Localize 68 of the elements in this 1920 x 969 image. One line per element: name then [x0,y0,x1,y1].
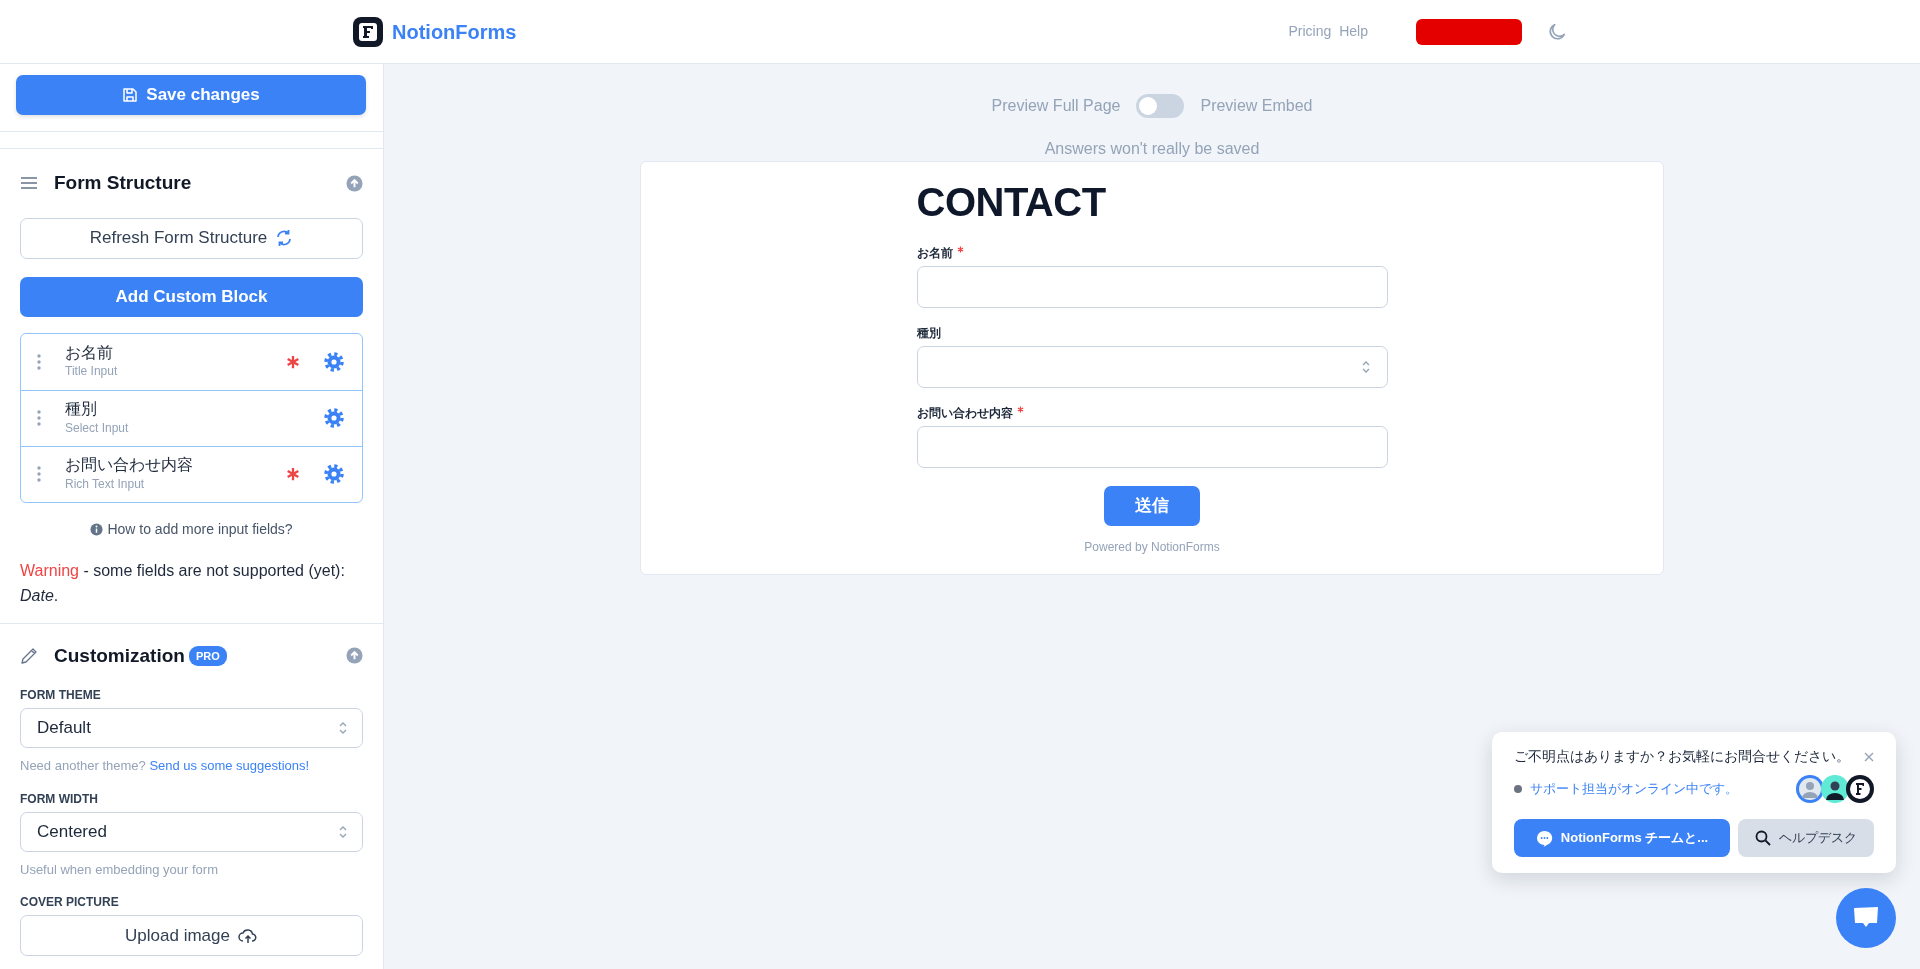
drag-handle-icon[interactable] [37,353,41,370]
form-title: CONTACT [916,180,1106,224]
field-name: お問い合わせ内容 [65,455,194,475]
input-field[interactable] [916,266,1388,308]
avatar-icon [1796,775,1824,803]
cloud-upload-icon [237,926,258,945]
more-fields-link[interactable]: How to add more input fields? [90,518,293,540]
save-button[interactable]: Save changes [16,75,366,115]
hint-text: Need another theme? Send us some suggestions! [20,757,311,776]
field-label: お問い合わせ内容 [916,405,1013,422]
field-item[interactable]: お問い合わせ内容 Rich Text Input [21,445,362,502]
field-label: 種別 [916,325,941,342]
settings-icon[interactable] [324,351,344,372]
hint-text: Useful when embedding your form [20,860,219,879]
avatar-icon [1821,775,1849,803]
field-type: Select Input [65,419,130,437]
section-title: Customization [54,643,185,668]
chat-bubble-icon [1535,829,1553,847]
account-button[interactable] [1416,18,1522,45]
save-icon [122,87,139,103]
setting-label: FORM WIDTH [20,790,99,808]
menu-icon [20,176,38,191]
warning-text: Warning - some fields are not supported (yet): Date. [20,560,346,607]
brand-name[interactable]: NotionForms [392,16,517,47]
add-block-button[interactable]: Add Custom Block [20,276,363,317]
drag-handle-icon[interactable] [37,410,41,426]
chat-message: ご不明点はありますか？お気軽にお問合せください。 [1514,747,1850,766]
toggle-label: Preview Full Page [991,96,1121,116]
select-field[interactable] [916,346,1388,388]
field-name: お名前 [65,342,114,363]
search-icon [1755,830,1771,846]
select-field[interactable]: Centered [20,811,363,852]
preview-note: Answers won't really be saved [1044,139,1260,159]
refresh-button[interactable]: Refresh Form Structure [20,217,363,259]
toggle-label: Preview Embed [1200,96,1313,116]
info-icon [90,522,104,536]
field-label: お名前 [916,245,953,262]
select-field[interactable]: Default [20,708,363,749]
logo-icon [352,15,384,48]
powered-by-text: Powered by NotionForms [1084,539,1220,556]
chevron-icon [1360,359,1371,375]
settings-icon[interactable] [324,464,344,484]
setting-label: COVER PICTURE [20,894,120,912]
pro-badge: PRO [188,645,227,667]
settings-icon[interactable] [324,408,344,428]
field-type: Rich Text Input [65,475,146,493]
chat-button[interactable]: NotionForms チームと... [1514,819,1730,857]
preview-toggle[interactable] [1136,94,1185,118]
helpdesk-button[interactable]: ヘルプデスク [1738,819,1874,857]
refresh-icon [275,229,294,247]
close-icon[interactable] [1864,751,1874,762]
collapse-icon[interactable] [346,647,363,665]
collapse-icon[interactable] [346,174,363,192]
status-dot-icon [1514,785,1522,793]
submit-button[interactable]: 送信 [1104,486,1200,526]
pencil-icon [20,646,38,665]
upload-button[interactable]: Upload image [20,915,363,957]
setting-label: FORM THEME [20,687,102,705]
field-item[interactable]: 種別 Select Input [21,389,362,446]
field-type: Title Input [65,363,119,381]
avatar-icon [1846,775,1874,803]
drag-handle-icon[interactable] [37,466,41,482]
field-name: 種別 [65,399,98,419]
input-field[interactable] [916,426,1388,468]
section-title: Form Structure [54,171,192,195]
field-item[interactable]: お名前 Title Input [21,333,362,390]
status-text: サポート担当がオンライン中です。 [1530,780,1738,799]
suggestions-link[interactable]: Send us some suggestions! [149,758,310,774]
